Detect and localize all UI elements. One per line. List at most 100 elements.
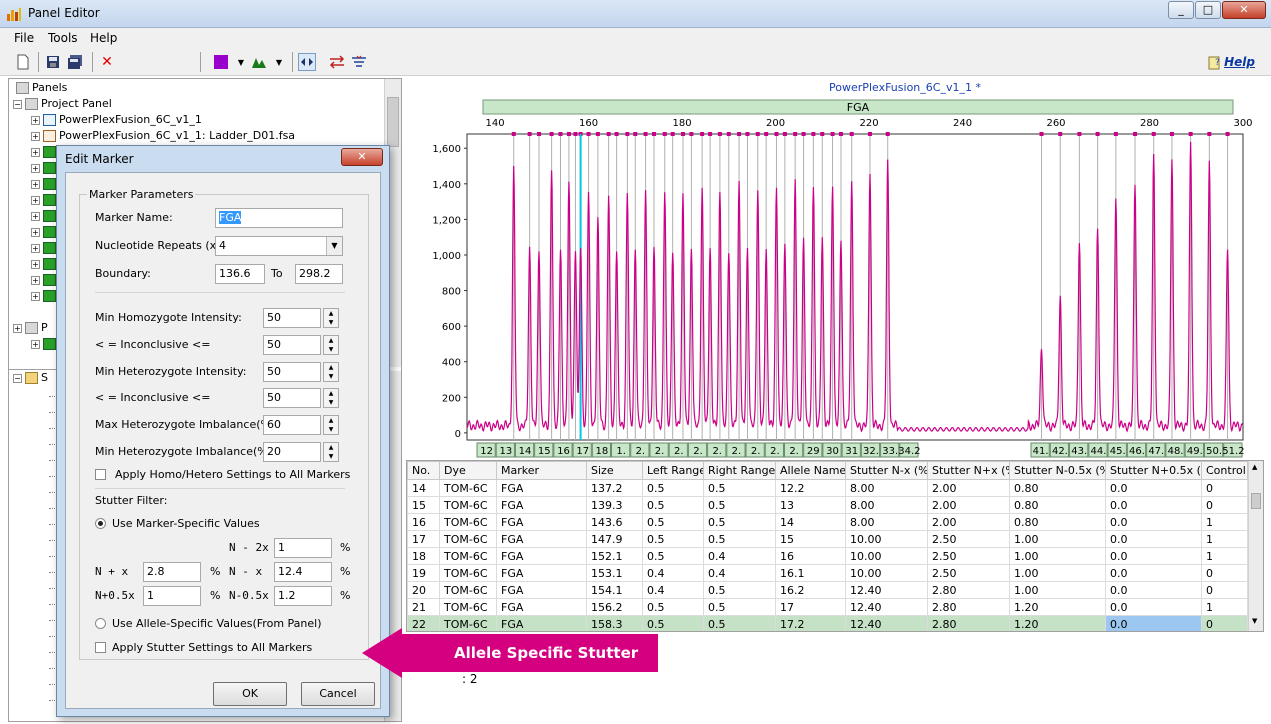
table-cell[interactable]: 8.00 [845,479,928,497]
table-cell[interactable]: 17.2 [775,615,846,631]
table-cell[interactable]: 0.4 [642,581,704,599]
scroll-up-icon[interactable]: ▲ [1252,463,1257,471]
table-cell[interactable]: 14 [407,479,440,497]
tree-marker-item[interactable]: + [31,145,59,161]
table-cell[interactable]: 10.00 [845,564,928,582]
table-cell[interactable]: FGA [496,530,587,548]
allele-specific-radio[interactable] [95,618,106,629]
table-cell[interactable]: 1.20 [1009,615,1106,631]
table-cell[interactable]: 16.1 [775,564,846,582]
cancel-button[interactable]: Cancel [301,682,375,706]
table-cell[interactable]: 8.00 [845,513,928,531]
table-cell[interactable]: 0.5 [703,598,776,616]
n-plus-half-x-field[interactable]: 1 [143,586,201,606]
table-cell[interactable]: 0.4 [642,564,704,582]
tree-marker-item[interactable]: + [31,241,59,257]
table-cell[interactable]: 0.5 [703,513,776,531]
table-cell[interactable]: 13 [775,496,846,514]
table-cell[interactable]: FGA [496,496,587,514]
swap-icon[interactable] [328,53,346,71]
peaks-icon[interactable] [250,53,268,71]
tree-marker-item[interactable]: + [31,225,59,241]
n-minus-half-x-field[interactable]: 1.2 [274,586,332,606]
table-cell[interactable]: FGA [496,598,587,616]
spinner-icon[interactable]: ▲ ▼ [323,415,339,435]
close-window-button[interactable]: ✕ [1222,1,1266,19]
column-header[interactable]: Stutter N+0.5x (% [1105,461,1202,480]
tree-collapsed-panel[interactable]: + P [13,321,48,337]
expand-icon[interactable]: + [31,339,40,349]
table-cell[interactable]: 1 [1201,513,1248,531]
tree-project-panel[interactable]: − Project Panel [13,97,112,113]
allele-grid[interactable]: No. Dye Marker Size Left Range Right Range All… [406,460,1264,632]
column-header[interactable]: Left Range [642,461,704,480]
column-header[interactable]: Dye [439,461,497,480]
table-cell[interactable]: 10.00 [845,547,928,565]
expand-icon[interactable]: + [31,275,40,285]
help-icon[interactable]: ? [1206,53,1224,71]
color-picker-icon[interactable] [212,53,230,71]
apply-stutter-checkbox[interactable] [95,642,106,653]
table-cell[interactable]: TOM-6C [439,547,497,565]
maximize-button[interactable]: □ [1195,1,1221,19]
table-cell[interactable]: 1.00 [1009,530,1106,548]
table-row[interactable]: 20 TOM-6C FGA 154.1 0.4 0.5 16.2 12.40 2.80 1.00 0… [407,581,1248,599]
table-cell[interactable]: 8.00 [845,496,928,514]
table-row[interactable]: 19 TOM-6C FGA 153.1 0.4 0.4 16.1 10.00 2.50 1.00 0… [407,564,1248,582]
min-homo-field[interactable]: 50 [263,308,321,328]
table-cell[interactable]: 0.5 [703,615,776,631]
table-cell[interactable]: 12.40 [845,598,928,616]
min-het-field[interactable]: 50 [263,362,321,382]
table-cell[interactable]: 21 [407,598,440,616]
column-header[interactable]: Stutter N-0.5x (% [1009,461,1106,480]
nucleotide-repeats-select[interactable]: 4 ▼ [215,236,343,256]
table-cell[interactable]: 1.00 [1009,547,1106,565]
table-cell[interactable]: 1 [1201,598,1248,616]
table-cell[interactable]: 2.50 [927,530,1010,548]
table-cell[interactable]: 0 [1201,615,1248,631]
save-icon[interactable] [44,53,62,71]
boundary-from-field[interactable]: 136.6 [215,264,265,284]
table-cell[interactable]: FGA [496,547,587,565]
table-cell[interactable]: 0 [1201,581,1248,599]
expand-icon[interactable]: + [31,147,40,157]
marker-specific-radio[interactable] [95,518,106,529]
column-header[interactable]: Size [586,461,643,480]
table-cell[interactable]: 1 [1201,547,1248,565]
table-cell[interactable]: 15 [775,530,846,548]
table-cell[interactable]: 0.0 [1105,530,1202,548]
table-cell[interactable]: TOM-6C [439,581,497,599]
inconclusive-2-field[interactable]: 50 [263,388,321,408]
table-cell[interactable]: 0.5 [703,581,776,599]
table-cell[interactable]: 2.80 [927,598,1010,616]
table-row[interactable]: 21 TOM-6C FGA 156.2 0.5 0.5 17 12.40 2.80 1.20 0.0… [407,598,1248,616]
table-cell[interactable]: 147.9 [586,530,643,548]
table-cell[interactable]: 12.40 [845,581,928,599]
table-cell[interactable]: 0.0 [1105,513,1202,531]
tree-lower-root[interactable]: − S [13,371,48,387]
table-cell[interactable]: 0.5 [703,479,776,497]
table-cell[interactable]: FGA [496,513,587,531]
tree-marker-item[interactable]: + [31,337,59,353]
expand-icon[interactable]: + [13,323,22,333]
table-cell[interactable]: 0.0 [1105,479,1202,497]
table-row[interactable]: 16 TOM-6C FGA 143.6 0.5 0.5 14 8.00 2.00 0.80 0.0 1 [407,513,1248,531]
table-cell[interactable]: 143.6 [586,513,643,531]
spinner-icon[interactable]: ▲ ▼ [323,442,339,462]
table-row[interactable]: 14 TOM-6C FGA 137.2 0.5 0.5 12.2 8.00 2.00 0.80 0.… [407,479,1248,497]
grid-scrollbar[interactable]: ▲ ▼ [1248,461,1263,631]
electropherogram[interactable]: PowerPlexFusion_6C_v1_1 * FGA 140 160 180 20… [405,78,1271,458]
column-header[interactable]: Control [1201,461,1248,480]
table-cell[interactable]: FGA [496,581,587,599]
table-cell[interactable]: TOM-6C [439,530,497,548]
table-cell[interactable]: 1.00 [1009,581,1106,599]
table-cell[interactable]: 20 [407,581,440,599]
table-cell[interactable]: 16 [775,547,846,565]
collapse-icon[interactable]: − [13,373,22,383]
expand-icon[interactable]: + [31,179,40,189]
table-cell[interactable]: 154.1 [586,581,643,599]
table-cell[interactable]: 2.80 [927,581,1010,599]
table-cell[interactable]: 16.2 [775,581,846,599]
expand-icon[interactable]: + [31,227,40,237]
scroll-down-icon[interactable]: ▼ [1252,617,1257,625]
